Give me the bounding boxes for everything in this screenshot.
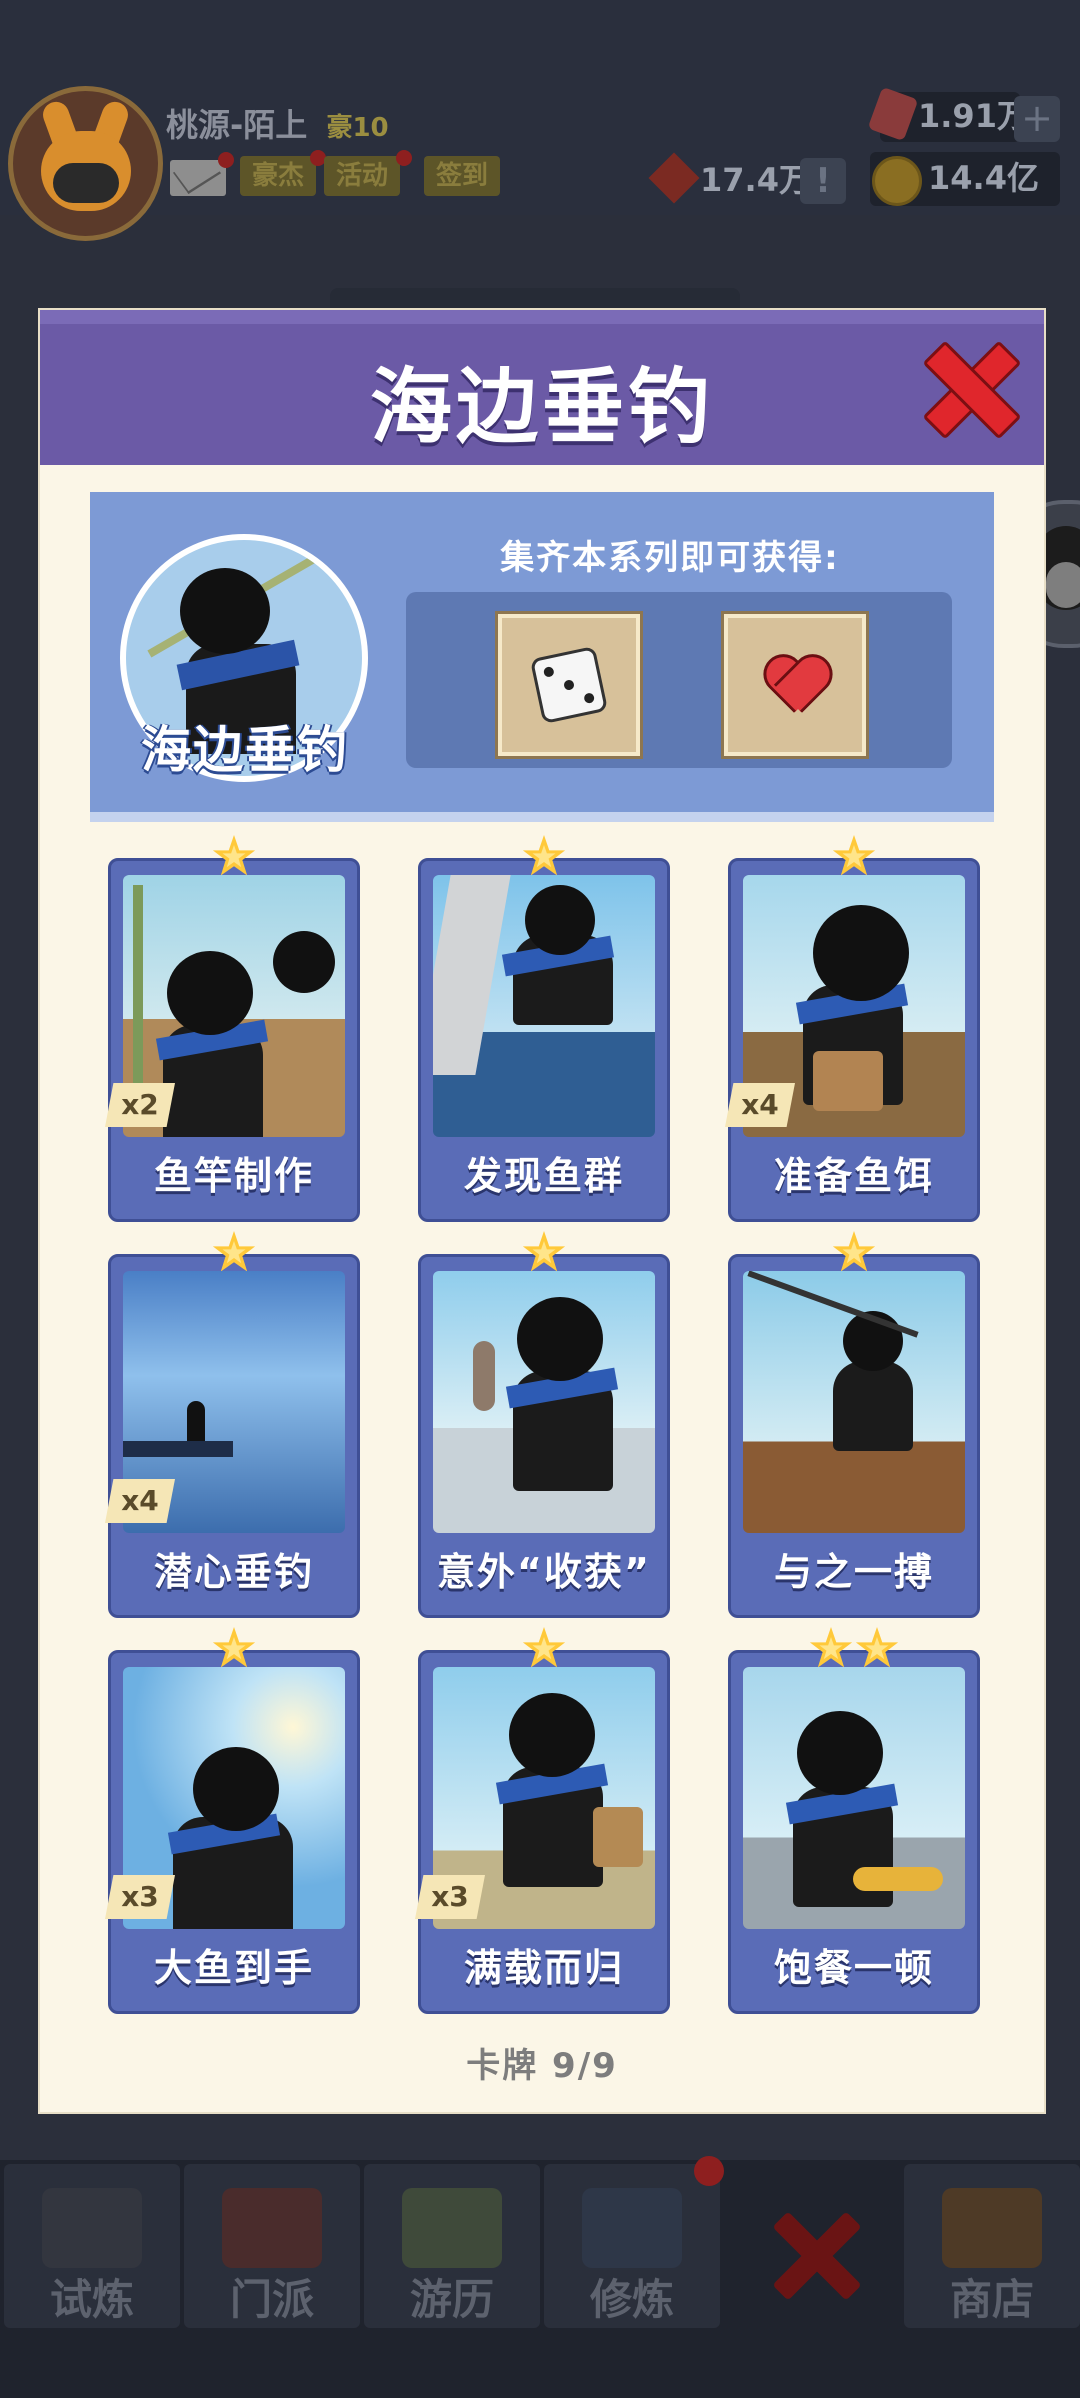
star-icon: [809, 1627, 853, 1668]
card-focused-fishing[interactable]: x4 潜心垂钓: [105, 1231, 360, 1618]
card-big-fish[interactable]: x3 大鱼到手: [105, 1627, 360, 2014]
player-avatar[interactable]: [8, 86, 163, 241]
close-menu-icon[interactable]: [770, 2210, 860, 2300]
notification-dot: [694, 2156, 724, 2186]
star-icon: [522, 1627, 566, 1668]
star-icon: [855, 1627, 899, 1668]
modal-header: 海边垂钓: [40, 310, 1044, 465]
coins-value: 14.4亿: [928, 159, 1039, 197]
checkin-button[interactable]: 签到: [424, 156, 501, 196]
card-struggle[interactable]: 与之一搏: [728, 1231, 980, 1618]
nav-label: 商店: [949, 2275, 1034, 2324]
card-hearty-meal[interactable]: 饱餐一顿: [728, 1627, 980, 2014]
events-button[interactable]: 活动: [324, 156, 401, 196]
reward-caption: 集齐本系列即可获得:: [500, 538, 840, 578]
mountain-icon: [402, 2188, 502, 2268]
star-icon: [522, 1231, 566, 1272]
card-name: 潜心垂钓: [153, 1550, 314, 1594]
shop-icon: [942, 2188, 1042, 2268]
card-count: x4: [725, 1083, 795, 1127]
star-icon: [832, 835, 876, 876]
player-name-row: 桃源-陌上 豪10: [166, 100, 389, 146]
ninja-icon: [42, 2188, 142, 2268]
dice-icon: [529, 645, 609, 725]
nav-trial[interactable]: 试炼: [4, 2164, 180, 2328]
gems-value: 1.91万: [918, 97, 1029, 135]
heart-icon: [766, 654, 826, 714]
reward-dice[interactable]: [498, 614, 640, 756]
mail-icon[interactable]: [170, 160, 226, 196]
card-name: 满载而归: [463, 1946, 624, 1990]
nav-travel[interactable]: 游历: [364, 2164, 540, 2328]
card-art: [743, 1667, 965, 1929]
card-count: x4: [105, 1479, 175, 1523]
notification-dot: [396, 150, 412, 166]
card-unexpected-catch[interactable]: 意外“收获”: [418, 1231, 670, 1618]
notification-dot: [218, 152, 234, 168]
card-rod-making[interactable]: x2 鱼竿制作: [105, 835, 360, 1222]
card-art: [433, 1271, 655, 1533]
card-name: 大鱼到手: [153, 1946, 314, 1990]
nav-label: 试炼: [49, 2275, 134, 2324]
figure-head: [180, 568, 270, 654]
nav-cultivate[interactable]: 修炼: [544, 2164, 720, 2328]
card-find-fish[interactable]: 发现鱼群: [418, 835, 670, 1222]
card-art: [433, 875, 655, 1137]
reward-box: [406, 592, 952, 768]
avatar-mask: [53, 163, 119, 203]
card-count: x3: [105, 1875, 175, 1919]
nav-sect[interactable]: 门派: [184, 2164, 360, 2328]
nav-shop[interactable]: 商店: [904, 2164, 1080, 2328]
modal-title: 海边垂钓: [369, 360, 714, 455]
series-reward-panel: 海边垂钓 集齐本系列即可获得:: [90, 492, 994, 822]
card-prepare-bait[interactable]: x4 准备鱼饵: [725, 835, 980, 1222]
nav-label: 修炼: [589, 2275, 674, 2324]
card-name: 准备鱼饵: [773, 1154, 934, 1198]
reward-heart[interactable]: [724, 614, 866, 756]
card-name: 发现鱼群: [463, 1154, 624, 1198]
star-icon: [522, 835, 566, 876]
nav-label: 门派: [229, 2275, 314, 2324]
add-gems-button[interactable]: +: [1014, 96, 1060, 142]
card-count: x3: [415, 1875, 485, 1919]
star-icon: [212, 1231, 256, 1272]
coin-icon: [872, 156, 922, 206]
close-button[interactable]: [922, 340, 1014, 432]
card-name: 意外“收获”: [437, 1550, 651, 1594]
card-name: 与之一搏: [773, 1550, 934, 1594]
card-series-modal: 海边垂钓 海边垂钓 集齐本系列即可获得: x2 鱼竿制作 发现鱼群 x4 准备鱼…: [38, 308, 1046, 2114]
star-icon: [212, 835, 256, 876]
book-icon: [582, 2188, 682, 2268]
vip-level: 豪10: [326, 113, 389, 143]
temple-icon: [222, 2188, 322, 2268]
player-name: 桃源-陌上: [166, 106, 308, 144]
tokens-value: 17.4万: [700, 161, 811, 199]
heroes-button[interactable]: 豪杰: [240, 156, 317, 196]
nav-label: 游历: [409, 2275, 494, 2324]
card-art: [743, 1271, 965, 1533]
star-icon: [832, 1231, 876, 1272]
card-full-return[interactable]: x3 满载而归: [415, 1627, 670, 2014]
card-collection-count: 卡牌 9/9: [466, 2046, 618, 2086]
series-label: 海边垂钓: [141, 721, 349, 779]
card-name: 鱼竿制作: [153, 1154, 314, 1198]
info-button[interactable]: !: [800, 158, 846, 204]
card-count: x2: [105, 1083, 175, 1127]
card-name: 饱餐一顿: [773, 1946, 934, 1990]
star-icon: [212, 1627, 256, 1668]
penguin-belly: [1046, 562, 1080, 608]
